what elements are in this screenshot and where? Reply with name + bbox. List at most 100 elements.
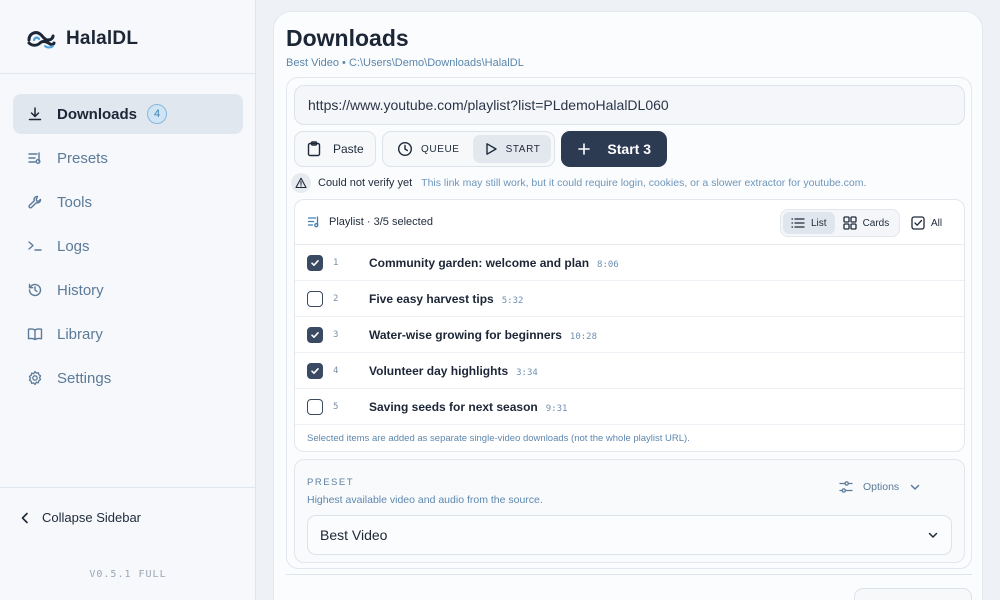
clock-icon <box>397 141 413 157</box>
playlist-item[interactable]: 3 Water-wise growing for beginners 10:28 <box>295 317 964 353</box>
playlist-card: Playlist · 3/5 selected List Cards All 1… <box>294 199 965 452</box>
sidebar-item-downloads[interactable]: Downloads 4 <box>13 94 243 134</box>
paste-label: Paste <box>333 142 364 156</box>
item-duration: 10:28 <box>569 331 598 342</box>
sidebar-item-label: Tools <box>57 193 93 211</box>
item-duration: 9:31 <box>545 403 568 414</box>
list-view-button[interactable]: List <box>783 212 835 234</box>
chevron-down-icon <box>910 484 920 490</box>
warning-title: Could not verify yet <box>318 177 413 189</box>
divider <box>0 73 256 74</box>
item-duration: 3:34 <box>516 367 538 378</box>
verification-warning: Could not verify yet This link may still… <box>291 172 866 194</box>
playlist-items: 1 Community garden: welcome and plan 8:06… <box>295 245 964 425</box>
sidebar-item-logs[interactable]: Logs <box>13 226 243 266</box>
download-panel: Paste QUEUE START Start 3 Coul <box>286 77 972 569</box>
item-title: Community garden: welcome and plan <box>369 255 590 270</box>
preset-select[interactable]: Best Video <box>307 515 952 555</box>
warning-icon <box>291 173 311 193</box>
preset-label: PRESET <box>307 477 355 488</box>
toolbar: Paste QUEUE START Start 3 <box>294 131 668 167</box>
sidebar-item-settings[interactable]: Settings <box>13 358 243 398</box>
options-button[interactable]: Options <box>839 480 921 494</box>
sidebar-nav: Downloads 4 Presets Tools Logs History L… <box>13 94 243 402</box>
list-view-label: List <box>811 217 827 229</box>
playlist-title: Playlist · 3/5 selected <box>329 216 433 228</box>
check-icon <box>311 331 319 338</box>
plus-icon <box>578 143 591 155</box>
options-label: Options <box>863 481 900 493</box>
download-destination[interactable]: Best Video • C:\Users\Demo\Downloads\Hal… <box>286 57 524 69</box>
item-number: 2 <box>333 293 339 304</box>
play-icon <box>485 143 497 155</box>
playlist-icon <box>307 216 319 228</box>
sidebar: HalalDL Downloads 4 Presets Tools Logs H… <box>0 0 256 600</box>
collapse-sidebar-label: Collapse Sidebar <box>42 510 142 525</box>
app-name: HalalDL <box>66 28 139 49</box>
start-mode-label: START <box>505 143 541 155</box>
sidebar-item-history[interactable]: History <box>13 270 243 310</box>
sidebar-item-library[interactable]: Library <box>13 314 243 354</box>
playlist-header: Playlist · 3/5 selected List Cards All <box>295 200 964 245</box>
playlist-item[interactable]: 2 Five easy harvest tips 5:32 <box>295 281 964 317</box>
playlist-item[interactable]: 5 Saving seeds for next season 9:31 <box>295 389 964 425</box>
queue-label: QUEUE <box>421 143 460 155</box>
paste-button[interactable]: Paste <box>294 131 376 167</box>
history-icon <box>28 283 42 297</box>
divider <box>0 487 256 488</box>
grid-icon <box>842 216 857 230</box>
collapse-sidebar-button[interactable]: Collapse Sidebar <box>20 510 141 525</box>
main-content: Downloads Best Video • C:\Users\Demo\Dow… <box>273 11 983 600</box>
start-mode-button[interactable]: START <box>472 135 552 163</box>
clipboard-icon <box>307 141 321 157</box>
select-all-button[interactable]: All <box>911 209 942 237</box>
item-checkbox[interactable] <box>307 254 323 271</box>
sidebar-item-label: Downloads <box>57 105 138 123</box>
sidebar-item-label: Library <box>57 325 103 343</box>
item-checkbox[interactable] <box>307 326 323 343</box>
item-title: Five easy harvest tips <box>369 291 494 306</box>
sidebar-item-label: History <box>57 281 104 299</box>
item-checkbox[interactable] <box>307 290 323 307</box>
item-duration: 8:06 <box>597 259 619 270</box>
item-number: 4 <box>333 365 339 376</box>
download-icon <box>28 107 42 121</box>
item-title-group: Five easy harvest tips 5:32 <box>369 292 523 306</box>
preset-selected-value: Best Video <box>320 527 388 543</box>
wrench-icon <box>28 195 42 209</box>
warning-text: This link may still work, but it could r… <box>421 177 867 189</box>
item-title-group: Community garden: welcome and plan 8:06 <box>369 256 619 270</box>
item-duration: 5:32 <box>501 295 524 306</box>
sidebar-item-tools[interactable]: Tools <box>13 182 243 222</box>
start-downloads-button[interactable]: Start 3 <box>561 131 668 167</box>
footer-button[interactable] <box>854 588 972 600</box>
playlist-item[interactable]: 1 Community garden: welcome and plan 8:06 <box>295 245 964 281</box>
terminal-icon <box>28 241 42 251</box>
page-title: Downloads <box>286 25 409 51</box>
item-title: Volunteer day highlights <box>369 363 509 378</box>
item-checkbox[interactable] <box>307 362 323 379</box>
item-title: Water-wise growing for beginners <box>369 327 562 342</box>
sidebar-item-label: Settings <box>57 369 112 387</box>
queue-button[interactable]: QUEUE <box>386 135 471 163</box>
gear-icon <box>28 370 42 386</box>
checkbox-icon <box>911 216 925 230</box>
item-checkbox[interactable] <box>307 398 323 415</box>
queue-start-toggle: QUEUE START <box>382 131 556 167</box>
item-title-group: Volunteer day highlights 3:34 <box>369 364 538 378</box>
select-all-label: All <box>931 217 943 229</box>
playlist-item[interactable]: 4 Volunteer day highlights 3:34 <box>295 353 964 389</box>
cards-view-label: Cards <box>862 217 890 229</box>
cards-view-button[interactable]: Cards <box>835 212 898 234</box>
item-number: 1 <box>333 257 339 268</box>
check-icon <box>311 367 319 374</box>
sidebar-item-presets[interactable]: Presets <box>13 138 243 178</box>
item-title: Saving seeds for next season <box>369 399 538 414</box>
check-icon <box>311 259 319 266</box>
playlist-note: Selected items are added as separate sin… <box>307 433 690 444</box>
book-icon <box>27 328 43 341</box>
sliders-icon <box>839 481 853 493</box>
presets-icon <box>28 152 41 164</box>
sidebar-item-label: Logs <box>57 237 90 255</box>
url-input[interactable] <box>294 85 965 125</box>
